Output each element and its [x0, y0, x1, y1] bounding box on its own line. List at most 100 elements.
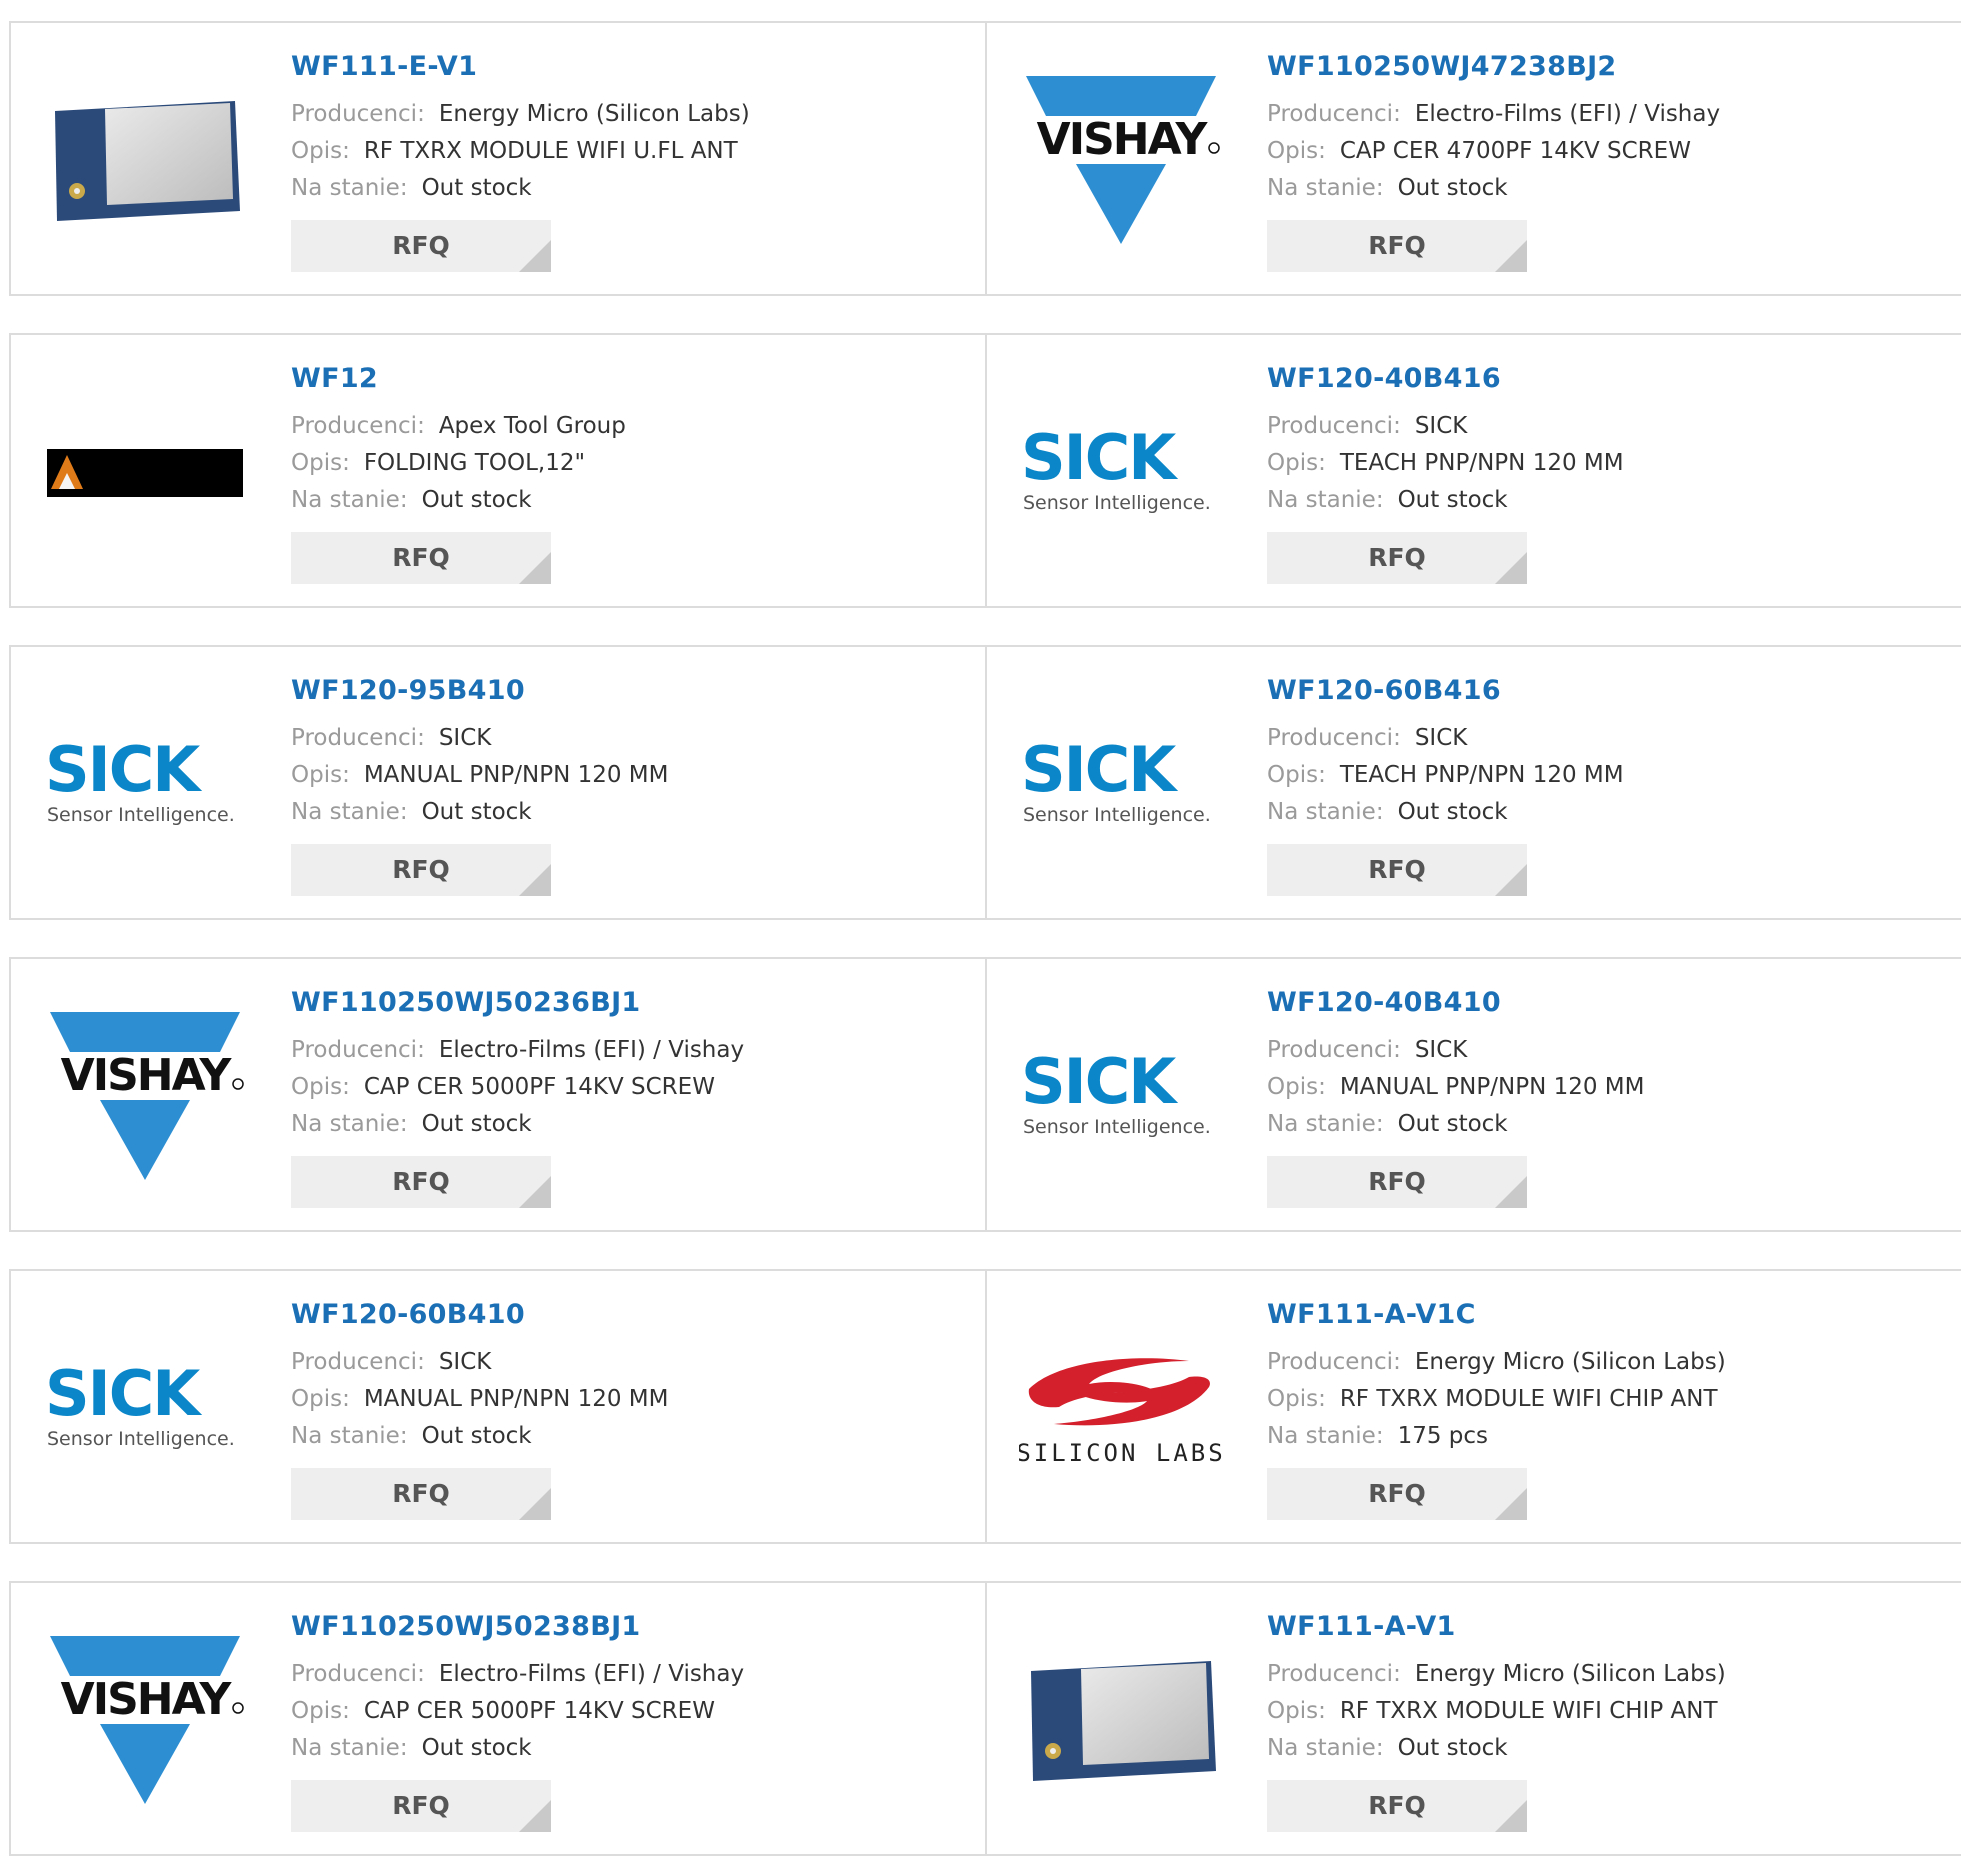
description-value: CAP CER 5000PF 14KV SCREW [363, 1074, 715, 1100]
rfq-label: RFQ [392, 231, 450, 260]
description-label: Opis: [291, 762, 350, 788]
manufacturer-value: SICK [438, 1349, 492, 1375]
product-image[interactable]: VISHAY [41, 1621, 249, 1821]
product-image[interactable]: SILICON LABS [1017, 1309, 1225, 1509]
description-line: Opis: CAP CER 5000PF 14KV SCREW [291, 1693, 744, 1730]
part-number-link[interactable]: WF120-40B410 [1267, 987, 1645, 1018]
vishay-logo: VISHAY [1026, 76, 1220, 244]
stock-line: Na stanie: Out stock [291, 794, 669, 831]
rfq-button[interactable]: RFQ [291, 1780, 551, 1832]
rfq-button[interactable]: RFQ [1267, 844, 1527, 896]
rfq-button[interactable]: RFQ [1267, 220, 1527, 272]
silabs-logo: SILICON LABS [1019, 1358, 1223, 1467]
stock-line: Na stanie: Out stock [291, 1730, 744, 1767]
part-number-link[interactable]: WF111-E-V1 [291, 51, 750, 82]
description-label: Opis: [291, 1074, 350, 1100]
product-image[interactable]: VISHAY [1017, 61, 1225, 261]
product-row: WF12 Producenci: Apex Tool Group Opis: FOL… [9, 333, 1961, 608]
manufacturer-line: Producenci: Energy Micro (Silicon Labs) [1267, 1344, 1726, 1381]
description-line: Opis: RF TXRX MODULE WIFI CHIP ANT [1267, 1381, 1726, 1418]
rfq-label: RFQ [392, 1479, 450, 1508]
stock-label: Na stanie: [291, 487, 408, 513]
rfq-button[interactable]: RFQ [291, 1156, 551, 1208]
svg-text:VISHAY: VISHAY [61, 1674, 233, 1725]
part-number-link[interactable]: WF12 [291, 363, 626, 394]
svg-text:Sensor Intelligence.: Sensor Intelligence. [47, 1428, 235, 1450]
product-row: VISHAY WF110250WJ50236BJ1 Producenci: Ele… [9, 957, 1961, 1232]
rfq-button[interactable]: RFQ [1267, 1780, 1527, 1832]
corner-fold-icon [519, 1488, 551, 1520]
part-number-link[interactable]: WF120-95B410 [291, 675, 669, 706]
stock-label: Na stanie: [291, 799, 408, 825]
rfq-button[interactable]: RFQ [1267, 1468, 1527, 1520]
rfq-button[interactable]: RFQ [1267, 532, 1527, 584]
svg-text:VISHAY: VISHAY [1037, 114, 1209, 165]
description-label: Opis: [1267, 1386, 1326, 1412]
stock-value: Out stock [421, 487, 532, 513]
rfq-label: RFQ [1368, 231, 1426, 260]
product-row: SICK Sensor Intelligence. WF120-60B410 Pr… [9, 1269, 1961, 1544]
manufacturer-value: Electro-Films (EFI) / Vishay [1414, 101, 1721, 127]
manufacturer-line: Producenci: Electro-Films (EFI) / Vishay [291, 1656, 744, 1693]
corner-fold-icon [519, 240, 551, 272]
corner-fold-icon [1495, 240, 1527, 272]
stock-line: Na stanie: Out stock [1267, 170, 1720, 207]
product-image[interactable] [41, 61, 249, 261]
stock-value: Out stock [1397, 1735, 1508, 1761]
product-image[interactable]: SICK Sensor Intelligence. [41, 685, 249, 885]
product-card: WF12 Producenci: Apex Tool Group Opis: FOL… [9, 335, 987, 606]
rfq-button[interactable]: RFQ [291, 1468, 551, 1520]
corner-fold-icon [519, 864, 551, 896]
product-image[interactable]: SICK Sensor Intelligence. [1017, 997, 1225, 1197]
product-image[interactable] [1017, 1621, 1225, 1821]
product-info: WF120-40B410 Producenci: SICK Opis: MANUAL… [1267, 987, 1645, 1208]
description-label: Opis: [1267, 1698, 1326, 1724]
description-line: Opis: TEACH PNP/NPN 120 MM [1267, 445, 1624, 482]
part-number-link[interactable]: WF120-60B416 [1267, 675, 1624, 706]
part-number-link[interactable]: WF110250WJ47238BJ2 [1267, 51, 1720, 82]
stock-line: Na stanie: 175 pcs [1267, 1418, 1726, 1455]
product-image[interactable]: SICK Sensor Intelligence. [41, 1309, 249, 1509]
stock-label: Na stanie: [291, 1735, 408, 1761]
description-label: Opis: [291, 450, 350, 476]
product-info: WF120-40B416 Producenci: SICK Opis: TEACH … [1267, 363, 1624, 584]
part-number-link[interactable]: WF111-A-V1C [1267, 1299, 1726, 1330]
svg-text:Sensor Intelligence.: Sensor Intelligence. [1023, 1116, 1211, 1138]
part-number-link[interactable]: WF111-A-V1 [1267, 1611, 1726, 1642]
description-line: Opis: MANUAL PNP/NPN 120 MM [1267, 1069, 1645, 1106]
stock-value: Out stock [1397, 1111, 1508, 1137]
description-value: RF TXRX MODULE WIFI CHIP ANT [1339, 1698, 1718, 1724]
manufacturer-value: Apex Tool Group [438, 413, 626, 439]
svg-text:SILICON LABS: SILICON LABS [1019, 1439, 1223, 1467]
manufacturer-label: Producenci: [1267, 1349, 1401, 1375]
stock-line: Na stanie: Out stock [1267, 1730, 1726, 1767]
stock-value: Out stock [1397, 799, 1508, 825]
sick-logo: SICKSensor Intelligence. [1021, 423, 1211, 514]
stock-line: Na stanie: Out stock [1267, 482, 1624, 519]
stock-value: 175 pcs [1397, 1423, 1489, 1449]
stock-label: Na stanie: [291, 1111, 408, 1137]
rfq-button[interactable]: RFQ [291, 844, 551, 896]
vishay-logo: VISHAY [50, 1012, 244, 1180]
part-number-link[interactable]: WF120-60B410 [291, 1299, 669, 1330]
rfq-button[interactable]: RFQ [291, 532, 551, 584]
product-image[interactable]: SICK Sensor Intelligence. [1017, 373, 1225, 573]
vishay-logo: VISHAY [50, 1636, 244, 1804]
stock-value: Out stock [421, 1111, 532, 1137]
manufacturer-value: Energy Micro (Silicon Labs) [1414, 1349, 1726, 1375]
part-number-link[interactable]: WF110250WJ50238BJ1 [291, 1611, 744, 1642]
product-image[interactable]: SICK Sensor Intelligence. [1017, 685, 1225, 885]
manufacturer-label: Producenci: [1267, 725, 1401, 751]
product-image[interactable] [41, 373, 249, 573]
rfq-button[interactable]: RFQ [1267, 1156, 1527, 1208]
rfq-button[interactable]: RFQ [291, 220, 551, 272]
product-image[interactable]: VISHAY [41, 997, 249, 1197]
product-card: SILICON LABS WF111-A-V1C Producenci: Ener… [987, 1271, 1961, 1542]
apex-logo [47, 449, 243, 497]
part-number-link[interactable]: WF120-40B416 [1267, 363, 1624, 394]
description-value: MANUAL PNP/NPN 120 MM [1339, 1074, 1645, 1100]
stock-value: Out stock [1397, 175, 1508, 201]
manufacturer-label: Producenci: [1267, 1661, 1401, 1687]
part-number-link[interactable]: WF110250WJ50236BJ1 [291, 987, 744, 1018]
product-card: WF111-A-V1 Producenci: Energy Micro (Sili… [987, 1583, 1961, 1854]
